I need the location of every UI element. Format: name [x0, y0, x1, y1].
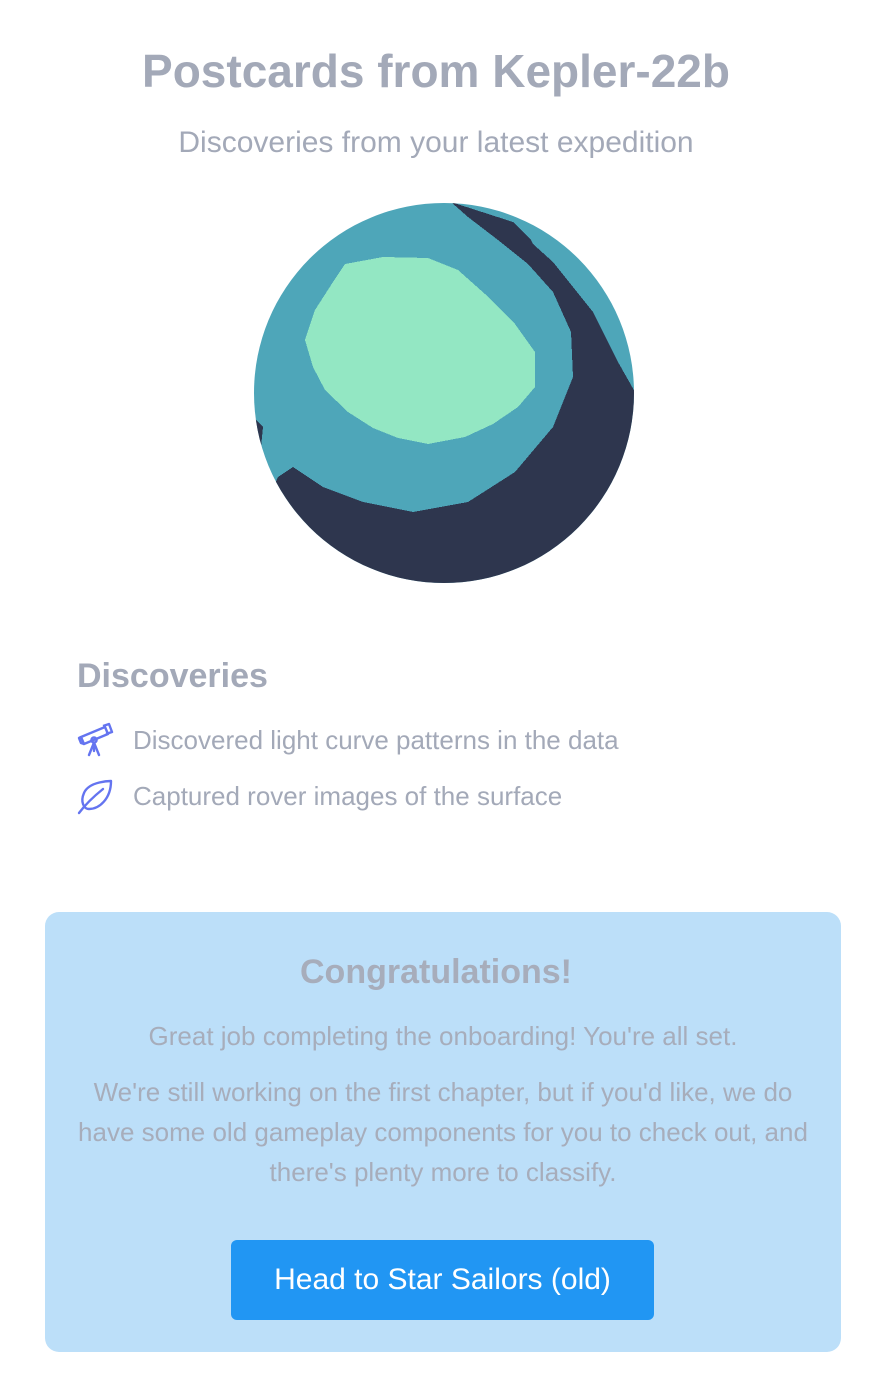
head-to-star-sailors-button[interactable]: Head to Star Sailors (old) [231, 1240, 654, 1320]
discovery-text: Discovered light curve patterns in the d… [133, 725, 619, 755]
discoveries-list: Discovered light curve patterns in the d… [77, 720, 619, 832]
congrats-details: We're still working on the first chapter… [78, 1077, 808, 1187]
congrats-title: Congratulations! [300, 953, 572, 991]
discoveries-heading: Discoveries [77, 657, 268, 695]
congrats-message: Great job completing the onboarding! You… [148, 1021, 738, 1051]
telescope-icon [77, 721, 115, 759]
discovery-item-rover: Captured rover images of the surface [77, 776, 619, 816]
page-subtitle: Discoveries from your latest expedition [178, 126, 694, 159]
discovery-item-light-curve: Discovered light curve patterns in the d… [77, 720, 619, 760]
postcard-page: Postcards from Kepler-22b Discoveries fr… [0, 0, 872, 1388]
discovery-text: Captured rover images of the surface [133, 781, 563, 811]
page-title: Postcards from Kepler-22b [142, 45, 730, 97]
planet-image [253, 202, 635, 584]
planet-graphic [254, 203, 634, 583]
leaf-icon [77, 777, 115, 815]
